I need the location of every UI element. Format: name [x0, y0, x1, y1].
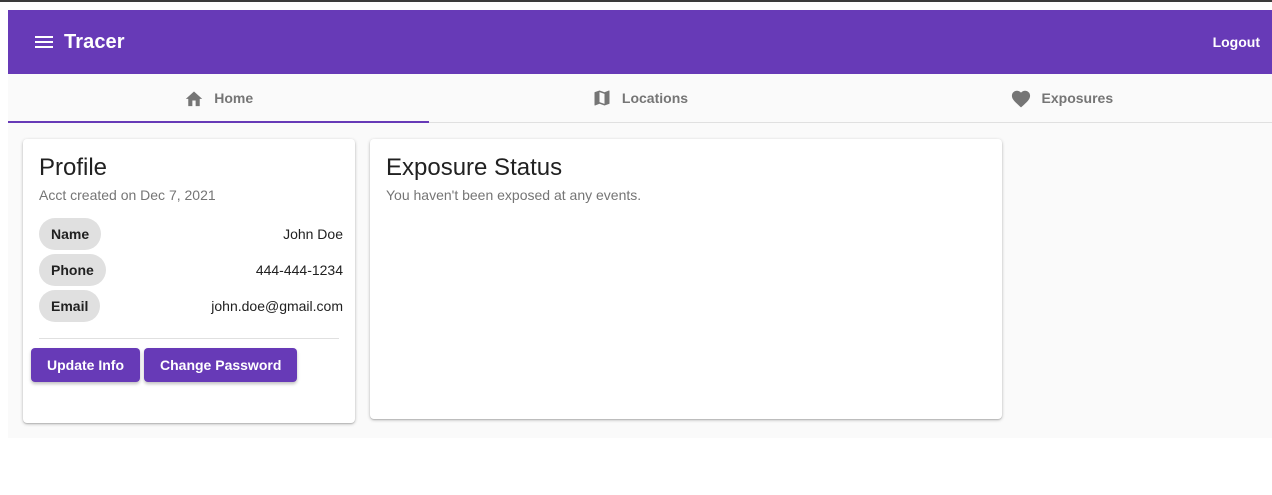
name-value: John Doe	[283, 226, 343, 242]
tab-exposures[interactable]: Exposures	[851, 74, 1272, 122]
home-icon	[186, 91, 203, 107]
tab-home-label: Home	[214, 90, 254, 106]
name-chip: Name	[39, 218, 102, 250]
profile-row-phone: Phone 444-444-1234	[39, 254, 343, 286]
map-icon	[594, 90, 610, 106]
profile-row-name: Name John Doe	[39, 218, 343, 250]
tab-home[interactable]: Home	[8, 74, 430, 123]
logout-button[interactable]: Logout	[1209, 26, 1264, 58]
app-bar: Tracer Logout	[8, 10, 1272, 74]
heart-icon	[1011, 90, 1030, 108]
email-value: john.doe@gmail.com	[211, 298, 343, 314]
menu-button[interactable]	[32, 30, 56, 54]
tab-locations[interactable]: Locations	[429, 74, 850, 122]
phone-value: 444-444-1234	[255, 262, 343, 278]
app-title: Tracer	[64, 31, 125, 53]
window-top-border	[0, 0, 1272, 2]
tab-exposures-label: Exposures	[1041, 90, 1114, 106]
tab-locations-label: Locations	[621, 90, 689, 106]
profile-card: Profile Acct created on Dec 7, 2021 Name…	[23, 139, 355, 423]
change-password-button[interactable]: Change Password	[144, 348, 298, 382]
exposure-card: Exposure Status You haven't been exposed…	[370, 139, 1002, 419]
app-frame: Tracer Logout Home Locations Exposures P…	[8, 10, 1272, 438]
profile-title: Profile	[39, 154, 108, 181]
profile-row-email: Email john.doe@gmail.com	[39, 290, 343, 322]
exposure-title: Exposure Status	[386, 154, 563, 181]
phone-chip: Phone	[39, 254, 106, 286]
tab-indicator	[8, 121, 430, 123]
profile-subtitle: Acct created on Dec 7, 2021	[39, 187, 216, 203]
menu-icon	[35, 36, 53, 48]
exposure-message: You haven't been exposed at any events.	[386, 187, 642, 203]
email-chip: Email	[39, 290, 101, 322]
update-info-button[interactable]: Update Info	[31, 348, 140, 382]
profile-divider	[39, 338, 339, 339]
tab-bar: Home Locations Exposures	[8, 74, 1272, 123]
